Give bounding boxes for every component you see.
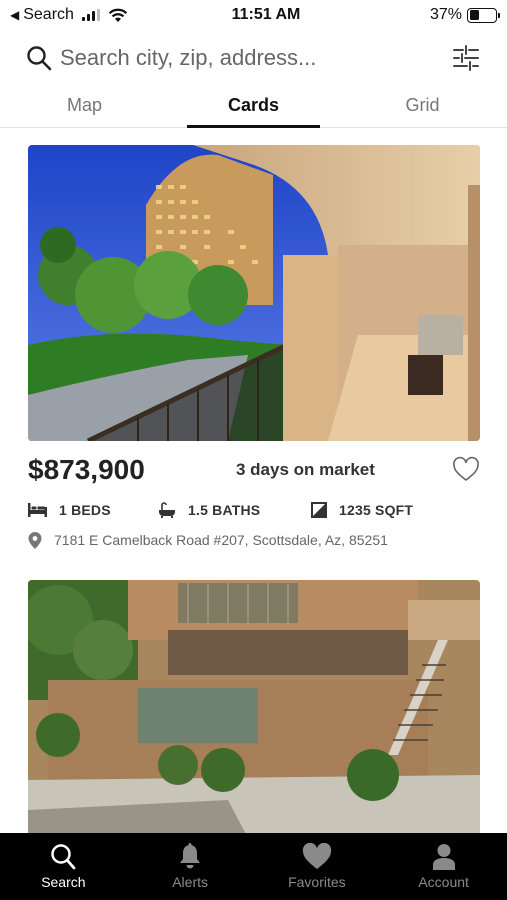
nav-favorites[interactable]: Favorites [254,833,381,900]
price-row: $873,900 3 days on market [28,445,480,495]
status-time: 11:51 AM [231,6,301,23]
battery-icon [467,7,500,23]
listing-facts: 1 BEDS 1.5 BATHS 1235 SQFT [28,495,480,525]
bottom-tab-bar: Search Alerts Favorites Account [0,833,507,900]
nav-account-label: Account [418,874,469,890]
status-left[interactable]: ◀ Search [10,6,180,24]
nav-account[interactable]: Account [380,833,507,900]
search-input[interactable] [60,45,451,71]
bell-icon [180,843,201,869]
back-caret-icon: ◀ [10,8,20,22]
filter-sliders-icon[interactable] [451,43,481,73]
battery-percent: 37% [429,6,462,23]
person-icon [432,844,455,870]
wifi-icon [108,8,128,22]
search-icon [51,844,76,870]
status-right: 37% [367,6,500,24]
search-bar [0,36,507,80]
listing-photo[interactable] [28,580,480,833]
baths-label: 1.5 BATHS [188,502,261,518]
baths-fact: 1.5 BATHS [158,502,311,518]
days-on-market: 3 days on market [236,460,375,479]
tab-map[interactable]: Map [0,88,169,127]
nav-favorites-label: Favorites [288,874,346,890]
nav-search[interactable]: Search [0,833,127,900]
listing-card[interactable]: $873,900 3 days on market 1 BEDS 1.5 BAT… [28,145,480,554]
tab-grid[interactable]: Grid [338,88,507,127]
heart-icon [302,843,332,869]
listing-feed[interactable]: $873,900 3 days on market 1 BEDS 1.5 BAT… [0,129,507,833]
favorite-heart-icon[interactable] [452,456,480,484]
back-app-label: Search [23,6,74,23]
bathtub-icon [159,502,175,518]
tab-cards[interactable]: Cards [169,88,338,128]
sqft-label: 1235 SQFT [339,502,414,518]
listing-price: $873,900 [28,454,145,485]
bed-icon [28,503,47,517]
beds-label: 1 BEDS [59,502,111,518]
area-icon [311,502,327,518]
search-icon [27,46,52,71]
address-row: 7181 E Camelback Road #207, Scottsdale, … [28,526,480,554]
nav-alerts[interactable]: Alerts [127,833,254,900]
nav-search-label: Search [41,874,86,890]
beds-fact: 1 BEDS [28,502,158,518]
cellular-signal-icon [81,9,100,21]
location-pin-icon [28,531,42,549]
listing-card[interactable] [28,580,480,833]
view-tabs: Map Cards Grid [0,88,507,128]
listing-photo[interactable] [28,145,480,441]
listing-address: 7181 E Camelback Road #207, Scottsdale, … [54,532,388,548]
sqft-fact: 1235 SQFT [311,502,413,518]
battery-fill [469,10,479,20]
status-bar: ◀ Search 11:51 AM 37% [0,0,507,30]
nav-alerts-label: Alerts [172,874,209,890]
